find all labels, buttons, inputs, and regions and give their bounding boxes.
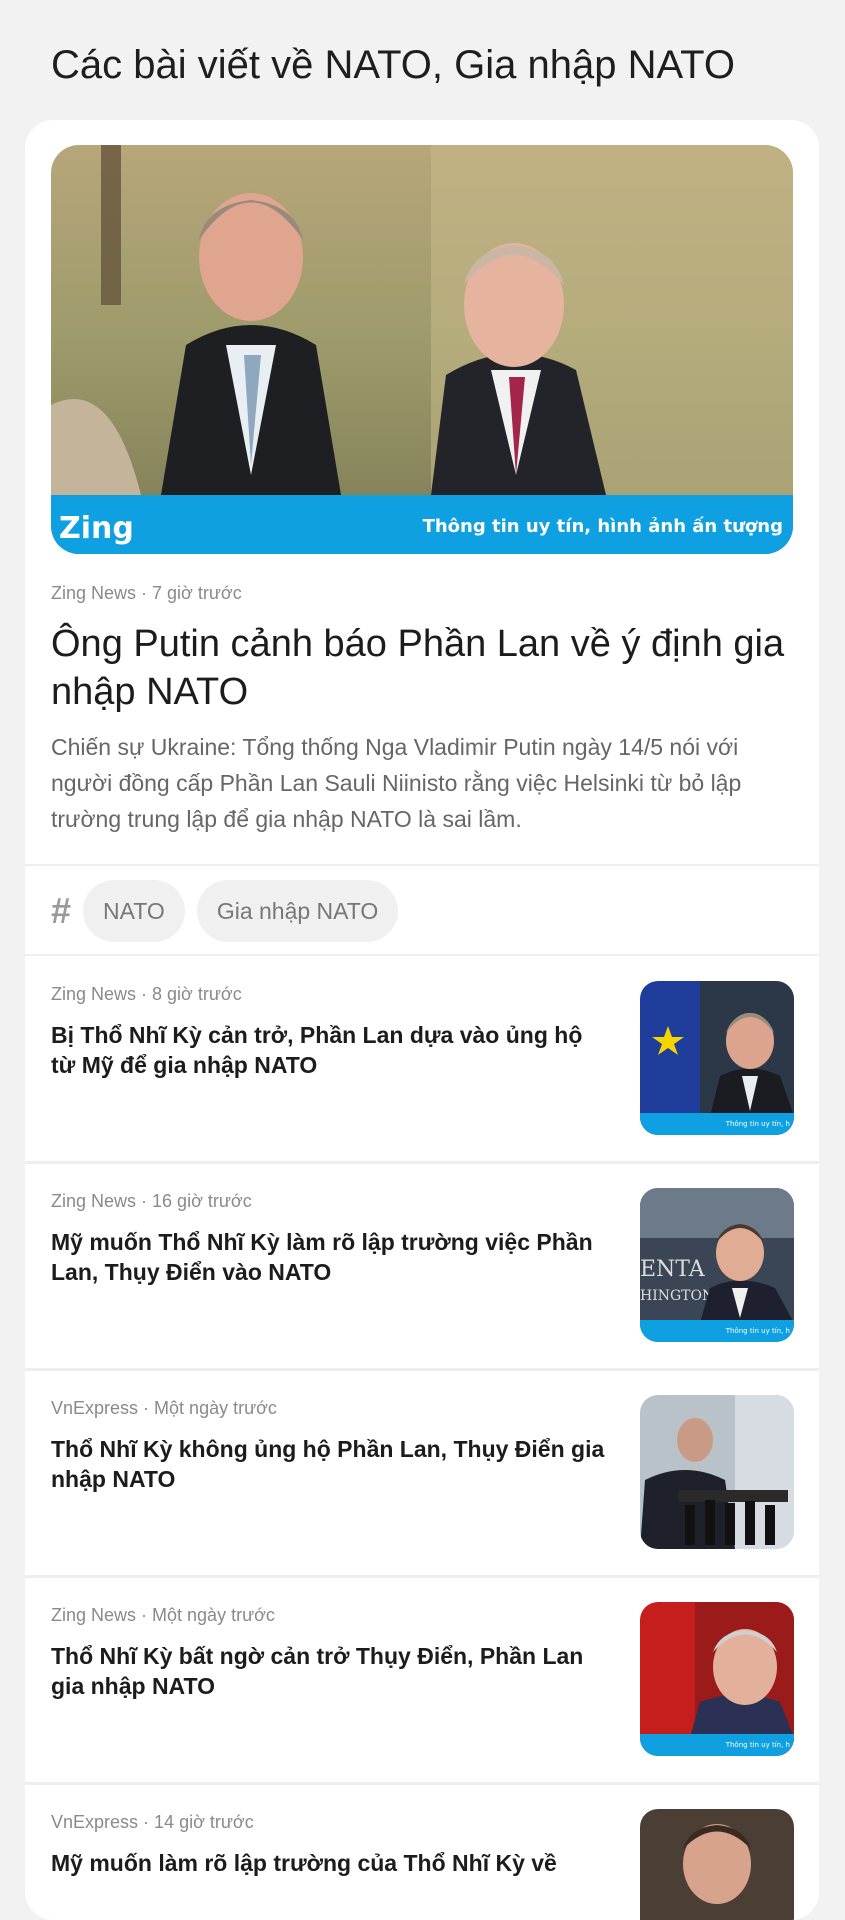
article-thumbnail[interactable]: ENTA HINGTON Thông tin uy tín, h [640,1188,794,1342]
zing-logo: Zing [59,511,134,546]
meta-separator: · [138,1812,155,1832]
article-thumbnail[interactable]: Thông tin uy tín, h [640,1602,794,1756]
article-time: 8 giờ trước [152,984,242,1004]
list-item[interactable]: Zing News · 16 giờ trước Mỹ muốn Thổ Nhĩ… [25,1163,819,1368]
article-source[interactable]: Zing News [51,1605,136,1625]
meta-separator: · [136,984,153,1004]
article-title[interactable]: Thổ Nhĩ Kỳ không ủng hộ Phần Lan, Thụy Đ… [51,1434,611,1494]
page-title-prefix: Các bài viết về [51,43,325,87]
page-title-topic: NATO, Gia nhập NATO [324,43,735,87]
article-source[interactable]: VnExpress [51,1812,138,1832]
tag-nato[interactable]: NATO [83,880,185,942]
article-meta: Zing News · Một ngày trước [51,1605,275,1626]
tag-row: # NATO Gia nhập NATO [51,880,410,942]
hero-title[interactable]: Ông Putin cảnh báo Phần Lan về ý định gi… [51,620,793,716]
tag-gia-nhap-nato[interactable]: Gia nhập NATO [196,880,399,942]
thumb-banner-text: HINGTON [640,1288,714,1304]
meta-separator: · [136,1191,153,1211]
list-item[interactable]: VnExpress · Một ngày trước Thổ Nhĩ Kỳ kh… [25,1370,819,1575]
article-source[interactable]: Zing News [51,984,136,1004]
thumb-tagline: Thông tin uy tín, h [725,1120,790,1128]
article-time: 14 giờ trước [154,1812,254,1832]
thumb-tagline: Thông tin uy tín, h [725,1741,790,1749]
divider [25,864,819,866]
article-title[interactable]: Thổ Nhĩ Kỳ bất ngờ cản trở Thụy Điển, Ph… [51,1641,611,1701]
list-item[interactable]: Zing News · 8 giờ trước Bị Thổ Nhĩ Kỳ cả… [25,956,819,1161]
article-meta: VnExpress · 14 giờ trước [51,1812,254,1833]
thumb-tagline: Thông tin uy tín, h [725,1327,790,1335]
article-title[interactable]: Mỹ muốn làm rõ lập trường của Thổ Nhĩ Kỳ… [51,1848,611,1878]
hero-source[interactable]: Zing News [51,583,136,603]
article-thumbnail[interactable] [640,1809,794,1920]
meta-separator: · [138,1398,155,1418]
article-time: Một ngày trước [152,1605,275,1625]
hero-summary[interactable]: Chiến sự Ukraine: Tổng thống Nga Vladimi… [51,729,793,837]
list-item[interactable]: Zing News · Một ngày trước Thổ Nhĩ Kỳ bấ… [25,1577,819,1782]
thumb-banner-text: ENTA [640,1257,706,1282]
meta-separator: · [136,583,153,603]
article-meta: VnExpress · Một ngày trước [51,1398,277,1419]
article-time: Một ngày trước [154,1398,277,1418]
article-title[interactable]: Mỹ muốn Thổ Nhĩ Kỳ làm rõ lập trường việ… [51,1227,611,1287]
article-source[interactable]: Zing News [51,1191,136,1211]
articles-card: Zing Thông tin uy tín, hình ảnh ấn tượng… [25,120,819,1920]
hero-time: 7 giờ trước [152,583,242,603]
article-meta: Zing News · 8 giờ trước [51,984,242,1005]
article-source[interactable]: VnExpress [51,1398,138,1418]
hashtag-icon: # [51,890,72,931]
list-item[interactable]: VnExpress · 14 giờ trước Mỹ muốn làm rõ … [25,1784,819,1920]
article-thumbnail[interactable] [640,1395,794,1549]
page-title: Các bài viết về NATO, Gia nhập NATO [0,0,845,87]
hero-image-tagline: Thông tin uy tín, hình ảnh ấn tượng [423,516,783,537]
article-thumbnail[interactable]: Thông tin uy tín, h [640,981,794,1135]
hero-meta: Zing News · 7 giờ trước [51,583,242,604]
article-meta: Zing News · 16 giờ trước [51,1191,252,1212]
article-title[interactable]: Bị Thổ Nhĩ Kỳ cản trở, Phần Lan dựa vào … [51,1020,611,1080]
hero-image[interactable]: Zing Thông tin uy tín, hình ảnh ấn tượng [51,145,793,554]
article-time: 16 giờ trước [152,1191,252,1211]
meta-separator: · [136,1605,153,1625]
